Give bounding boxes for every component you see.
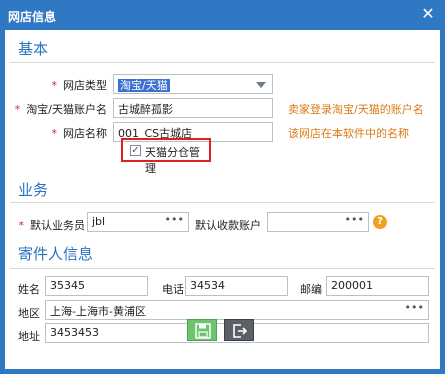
tmall-checkbox-label: 天猫分仓管理 [145, 146, 200, 175]
store-type-select[interactable]: 淘宝/天猫 [113, 74, 273, 94]
dialog-content: 基本 网店类型 淘宝/天猫 淘宝/天猫账户名 古城醉孤影 卖家登录淘宝/天猫的账… [5, 30, 440, 369]
help-icon[interactable]: ? [373, 215, 387, 229]
salesperson-value: jbl [92, 215, 106, 228]
close-button[interactable]: ✕ [419, 5, 437, 23]
store-type-value: 淘宝/天猫 [118, 79, 170, 92]
sender-address-label: 地址 [18, 330, 40, 343]
tmall-checkbox-group[interactable]: ✓ 天猫分仓管理 [121, 138, 211, 175]
window-title: 网店信息 [8, 10, 57, 24]
save-button[interactable] [187, 319, 217, 341]
tmall-checkbox[interactable]: ✓ [130, 145, 141, 156]
salesperson-browse-button[interactable]: ••• [165, 213, 184, 226]
section-divider [10, 202, 435, 203]
sender-phone-input[interactable]: 34534 [185, 276, 288, 296]
sender-zip-label: 邮编 [300, 283, 322, 296]
sender-region-value: 上海-上海市-黄浦区 [50, 305, 146, 318]
save-icon [195, 323, 211, 339]
account-label: 淘宝/天猫账户名 [5, 101, 107, 117]
exit-button[interactable] [224, 319, 254, 341]
sender-phone-label: 电话 [162, 283, 184, 296]
salesperson-label: 默认业务员 [15, 217, 85, 233]
section-divider [10, 62, 435, 63]
collection-account-label: 默认收款账户 [195, 219, 261, 232]
store-name-label: 网店名称 [45, 125, 107, 141]
account-input[interactable]: 古城醉孤影 [113, 98, 273, 118]
section-sender-title: 寄件人信息 [18, 245, 94, 263]
sender-region-label: 地区 [18, 307, 40, 320]
sender-zip-input[interactable]: 200001 [326, 276, 429, 296]
section-business-title: 业务 [18, 181, 49, 199]
dialog-window: 网店信息 ✕ 基本 网店类型 淘宝/天猫 淘宝/天猫账户名 古城醉孤影 卖家登录… [0, 0, 445, 374]
store-name-hint: 该网店在本软件中的名称 [288, 127, 409, 140]
sender-name-label: 姓名 [18, 283, 40, 296]
sender-name-input[interactable]: 35345 [45, 276, 148, 296]
chevron-down-icon[interactable] [256, 82, 266, 88]
exit-icon [233, 324, 248, 338]
title-bar: 网店信息 ✕ [0, 0, 445, 30]
store-type-label: 网店类型 [45, 77, 107, 93]
sender-region-input[interactable]: 上海-上海市-黄浦区 ••• [45, 300, 429, 320]
section-divider [10, 268, 435, 269]
account-hint: 卖家登录淘宝/天猫的账户名 [288, 103, 424, 116]
collection-account-input[interactable]: ••• [267, 212, 369, 232]
sender-region-browse-button[interactable]: ••• [405, 301, 424, 314]
salesperson-input[interactable]: jbl ••• [87, 212, 189, 232]
section-basic-title: 基本 [18, 40, 49, 58]
collection-account-browse-button[interactable]: ••• [345, 213, 364, 226]
